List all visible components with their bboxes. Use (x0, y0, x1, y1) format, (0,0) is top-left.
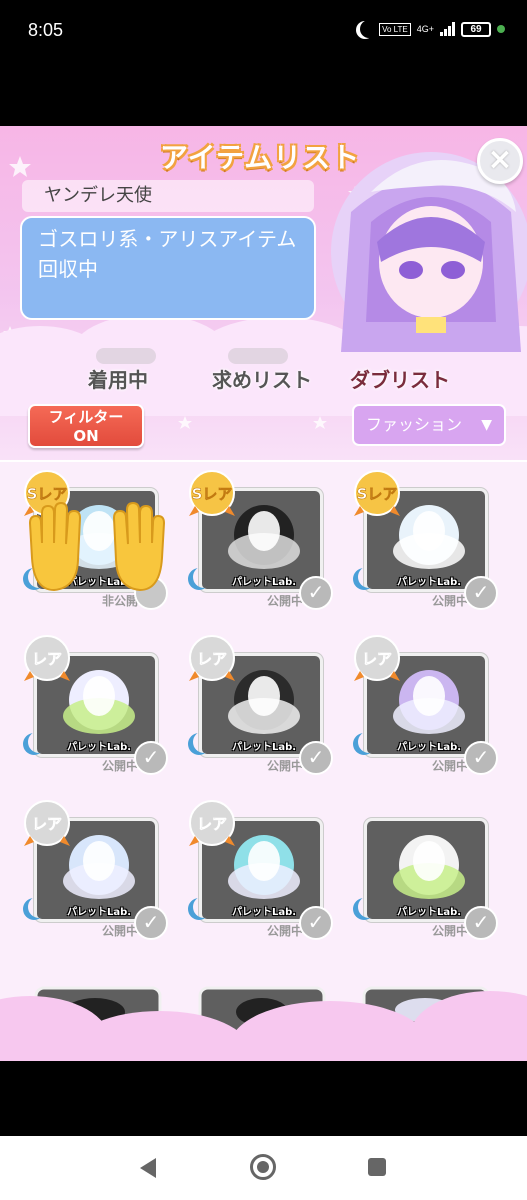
check-toggle[interactable]: ✓ (464, 741, 498, 775)
tab-wanted-list[interactable]: 求めリスト (212, 364, 312, 393)
check-toggle[interactable]: ✓ (134, 906, 168, 940)
moon-icon (193, 566, 215, 588)
check-icon: ✓ (142, 745, 160, 769)
check-icon: ✓ (472, 910, 490, 934)
check-icon: ✓ (472, 745, 490, 769)
tab-equipped[interactable]: 着用中 (88, 364, 148, 393)
status-bar: 8:05 Vo LTE 4G+ 69 (0, 0, 527, 64)
rarity-badge-icon: レア (189, 635, 235, 681)
system-navigation (0, 1136, 527, 1200)
moon-icon (358, 896, 380, 918)
recent-apps-icon[interactable] (368, 1158, 386, 1176)
rarity-label: レア (32, 815, 62, 833)
check-icon: ✓ (142, 910, 160, 934)
moon-icon (193, 731, 215, 753)
check-toggle[interactable]: ✓ (299, 576, 333, 610)
check-icon: ✓ (307, 580, 325, 604)
brand-label: パレットLab. (232, 907, 297, 918)
rarity-badge-icon: レア (354, 635, 400, 681)
brand-label: パレットLab. (67, 742, 132, 753)
check-toggle[interactable]: ✓ (464, 576, 498, 610)
brand-label: パレットLab. (232, 742, 297, 753)
privacy-dot-icon (497, 25, 505, 33)
signal-icon (440, 22, 455, 36)
top-spacer (0, 64, 527, 126)
back-icon[interactable] (140, 1158, 156, 1178)
item-card[interactable]: パレットLab. 公開中 ✓ (352, 798, 498, 943)
username: ヤンデレ天使 (22, 180, 314, 212)
tab-duplicate-list[interactable]: ダブリスト (350, 364, 450, 393)
rarity-label: レア (197, 650, 227, 668)
brand-label: パレットLab. (397, 577, 462, 588)
brand-label: パレットLab. (232, 577, 297, 588)
moon-icon (193, 896, 215, 918)
chevron-down-icon: ▼ (481, 417, 492, 433)
filter-button[interactable]: フィルター ON (28, 404, 144, 448)
category-selected: ファッション (366, 415, 463, 434)
rarity-badge-icon: レア (24, 635, 70, 681)
raised-hands-icon (28, 501, 166, 592)
check-icon: ✓ (307, 910, 325, 934)
moon-icon (358, 731, 380, 753)
rarity-label: レア (197, 815, 227, 833)
check-toggle[interactable]: ✓ (134, 741, 168, 775)
check-icon: ✓ (307, 745, 325, 769)
brand-label: パレットLab. (397, 907, 462, 918)
item-card[interactable]: パレットLab. レア 公開中 ✓ (22, 798, 168, 943)
battery-icon: 69 (461, 21, 491, 37)
volte-badge: Vo LTE (379, 22, 411, 36)
check-toggle[interactable]: ✓ (299, 741, 333, 775)
moon-icon (28, 896, 50, 918)
tab-decoration (228, 348, 288, 364)
filter-label: フィルター ON (48, 408, 124, 445)
item-card[interactable]: パレットLab. Sレア 公開中 ✓ (187, 468, 333, 613)
brand-label: パレットLab. (67, 907, 132, 918)
rarity-label: Sレア (357, 485, 398, 503)
item-card[interactable]: パレットLab. レア 公開中 ✓ (22, 633, 168, 778)
item-card[interactable]: パレットLab. レア 公開中 ✓ (187, 633, 333, 778)
check-toggle[interactable]: ✓ (299, 906, 333, 940)
item-list-panel: アイテムリスト × ヤンデレ天使 ゴスロリ系・アリスアイテム回収中 着用中 求め… (0, 126, 527, 1061)
network-label: 4G+ (416, 24, 434, 34)
rarity-label: レア (362, 650, 392, 668)
check-icon: ✓ (472, 580, 490, 604)
brand-label: パレットLab. (397, 742, 462, 753)
home-icon[interactable] (250, 1154, 276, 1180)
moon-icon (358, 566, 380, 588)
rarity-badge-icon: Sレア (354, 470, 400, 516)
rarity-badge-icon: レア (24, 800, 70, 846)
item-card[interactable]: パレットLab. レア 公開中 ✓ (187, 798, 333, 943)
rarity-badge-icon: レア (189, 800, 235, 846)
rarity-label: レア (32, 650, 62, 668)
status-icons: Vo LTE 4G+ 69 (355, 20, 505, 38)
item-card[interactable]: パレットLab. レア 公開中 ✓ (352, 633, 498, 778)
check-toggle[interactable]: ✓ (464, 906, 498, 940)
do-not-disturb-icon (360, 20, 378, 38)
rarity-badge-icon: Sレア (189, 470, 235, 516)
profile-comment: ゴスロリ系・アリスアイテム回収中 (20, 216, 316, 320)
status-time: 8:05 (28, 20, 64, 40)
category-dropdown[interactable]: ファッション ▼ (352, 404, 506, 446)
item-card[interactable]: パレットLab. Sレア 公開中 ✓ (352, 468, 498, 613)
close-icon: × (487, 142, 513, 177)
rarity-label: Sレア (192, 485, 233, 503)
bottom-cloud-decoration (0, 991, 527, 1061)
item-thumbnail[interactable]: パレットLab. (364, 818, 488, 922)
close-button[interactable]: × (477, 138, 523, 184)
moon-icon (28, 731, 50, 753)
tab-decoration (96, 348, 156, 364)
